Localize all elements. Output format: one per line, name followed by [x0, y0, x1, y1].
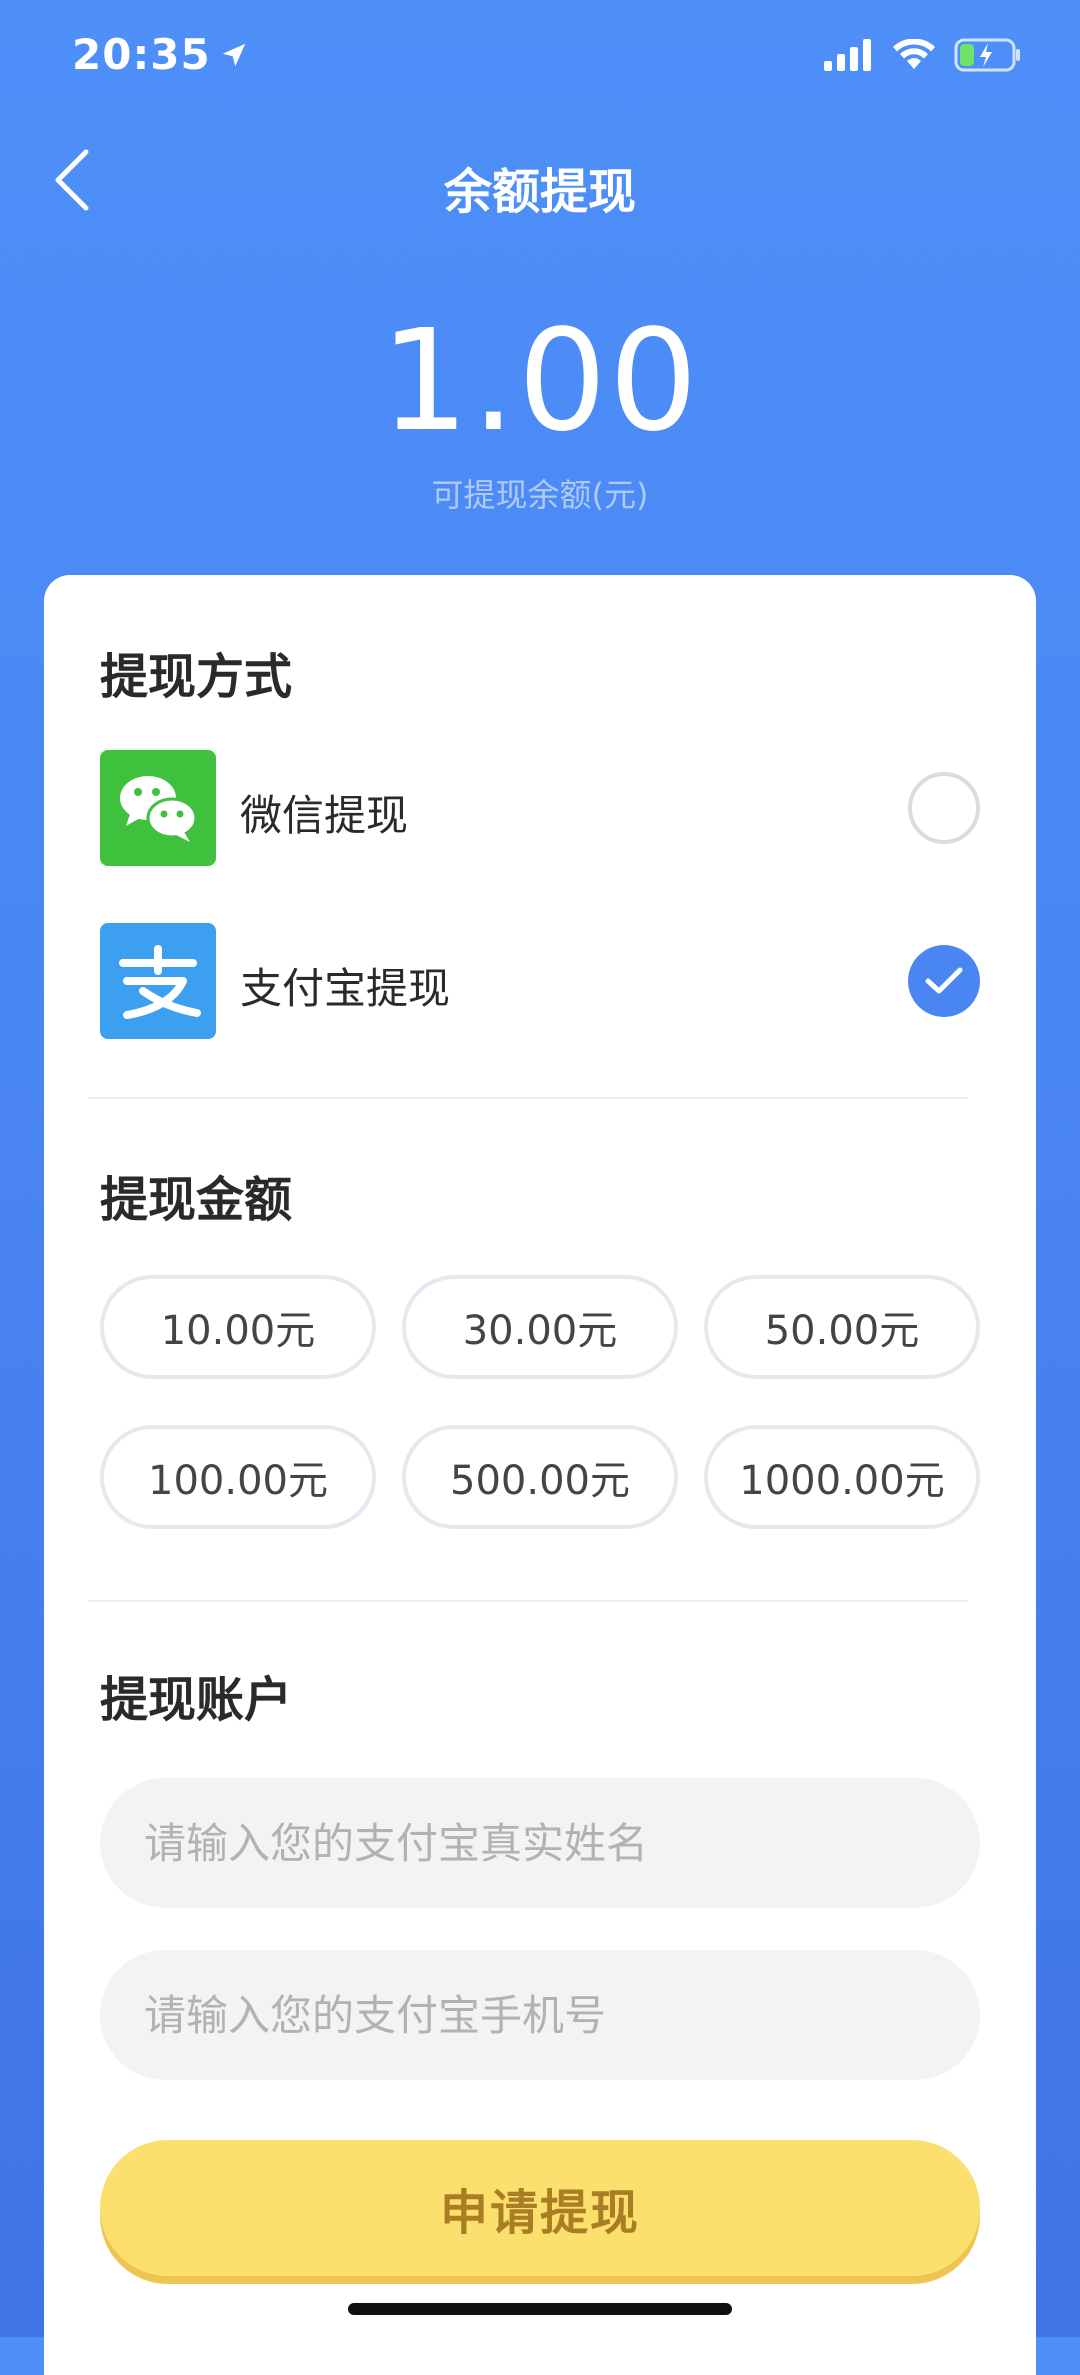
submit-withdraw-button[interactable]: 申请提现 — [100, 2140, 980, 2276]
method-label-wechat: 微信提现 — [240, 791, 409, 840]
alipay-icon — [119, 945, 201, 1019]
alipay-logo — [100, 923, 216, 1039]
amount-section-title: 提现金额 — [100, 1172, 293, 1228]
status-time-text: 20:35 — [72, 30, 211, 79]
page-title: 余额提现 — [443, 164, 636, 220]
amount-option-50[interactable]: 50.00元 — [704, 1275, 980, 1379]
wechat-icon — [120, 776, 198, 842]
phone-input[interactable] — [100, 1950, 980, 2080]
home-indicator — [348, 2303, 732, 2315]
amount-options: 10.00元 30.00元 50.00元 100.00元 500.00元 100… — [100, 1275, 980, 1529]
status-icons — [824, 38, 1022, 72]
balance-label: 可提现余额(元) — [431, 476, 649, 514]
status-bar: 20:35 — [0, 0, 1080, 118]
method-section-title: 提现方式 — [100, 649, 293, 705]
amount-option-100[interactable]: 100.00元 — [100, 1425, 376, 1529]
account-section-title: 提现账户 — [100, 1672, 293, 1728]
nav-bar: 余额提现 — [0, 130, 1080, 230]
method-option-alipay[interactable]: 支付宝提现 — [100, 923, 980, 1039]
status-time: 20:35 — [72, 30, 249, 79]
amount-option-10[interactable]: 10.00元 — [100, 1275, 376, 1379]
real-name-input[interactable] — [100, 1778, 980, 1908]
divider — [88, 1600, 968, 1602]
battery-charging-icon — [954, 38, 1020, 72]
amount-option-1000[interactable]: 1000.00元 — [704, 1425, 980, 1529]
wifi-icon — [893, 39, 935, 69]
wechat-logo — [100, 750, 216, 866]
amount-option-500[interactable]: 500.00元 — [402, 1425, 678, 1529]
amount-option-30[interactable]: 30.00元 — [402, 1275, 678, 1379]
balance-amount: 1.00 — [380, 300, 700, 463]
divider — [88, 1097, 968, 1099]
method-label-alipay: 支付宝提现 — [240, 964, 451, 1013]
cellular-signal-icon — [824, 39, 871, 71]
method-option-wechat[interactable]: 微信提现 — [100, 750, 980, 866]
radio-wechat[interactable] — [908, 772, 980, 844]
radio-alipay[interactable] — [908, 945, 980, 1017]
withdraw-card: 提现方式 微信提现 支付宝提现 提现金额 10.00元 30.00元 50.00… — [44, 575, 1036, 2375]
checkmark-icon — [925, 967, 963, 994]
location-arrow-icon — [222, 43, 245, 66]
